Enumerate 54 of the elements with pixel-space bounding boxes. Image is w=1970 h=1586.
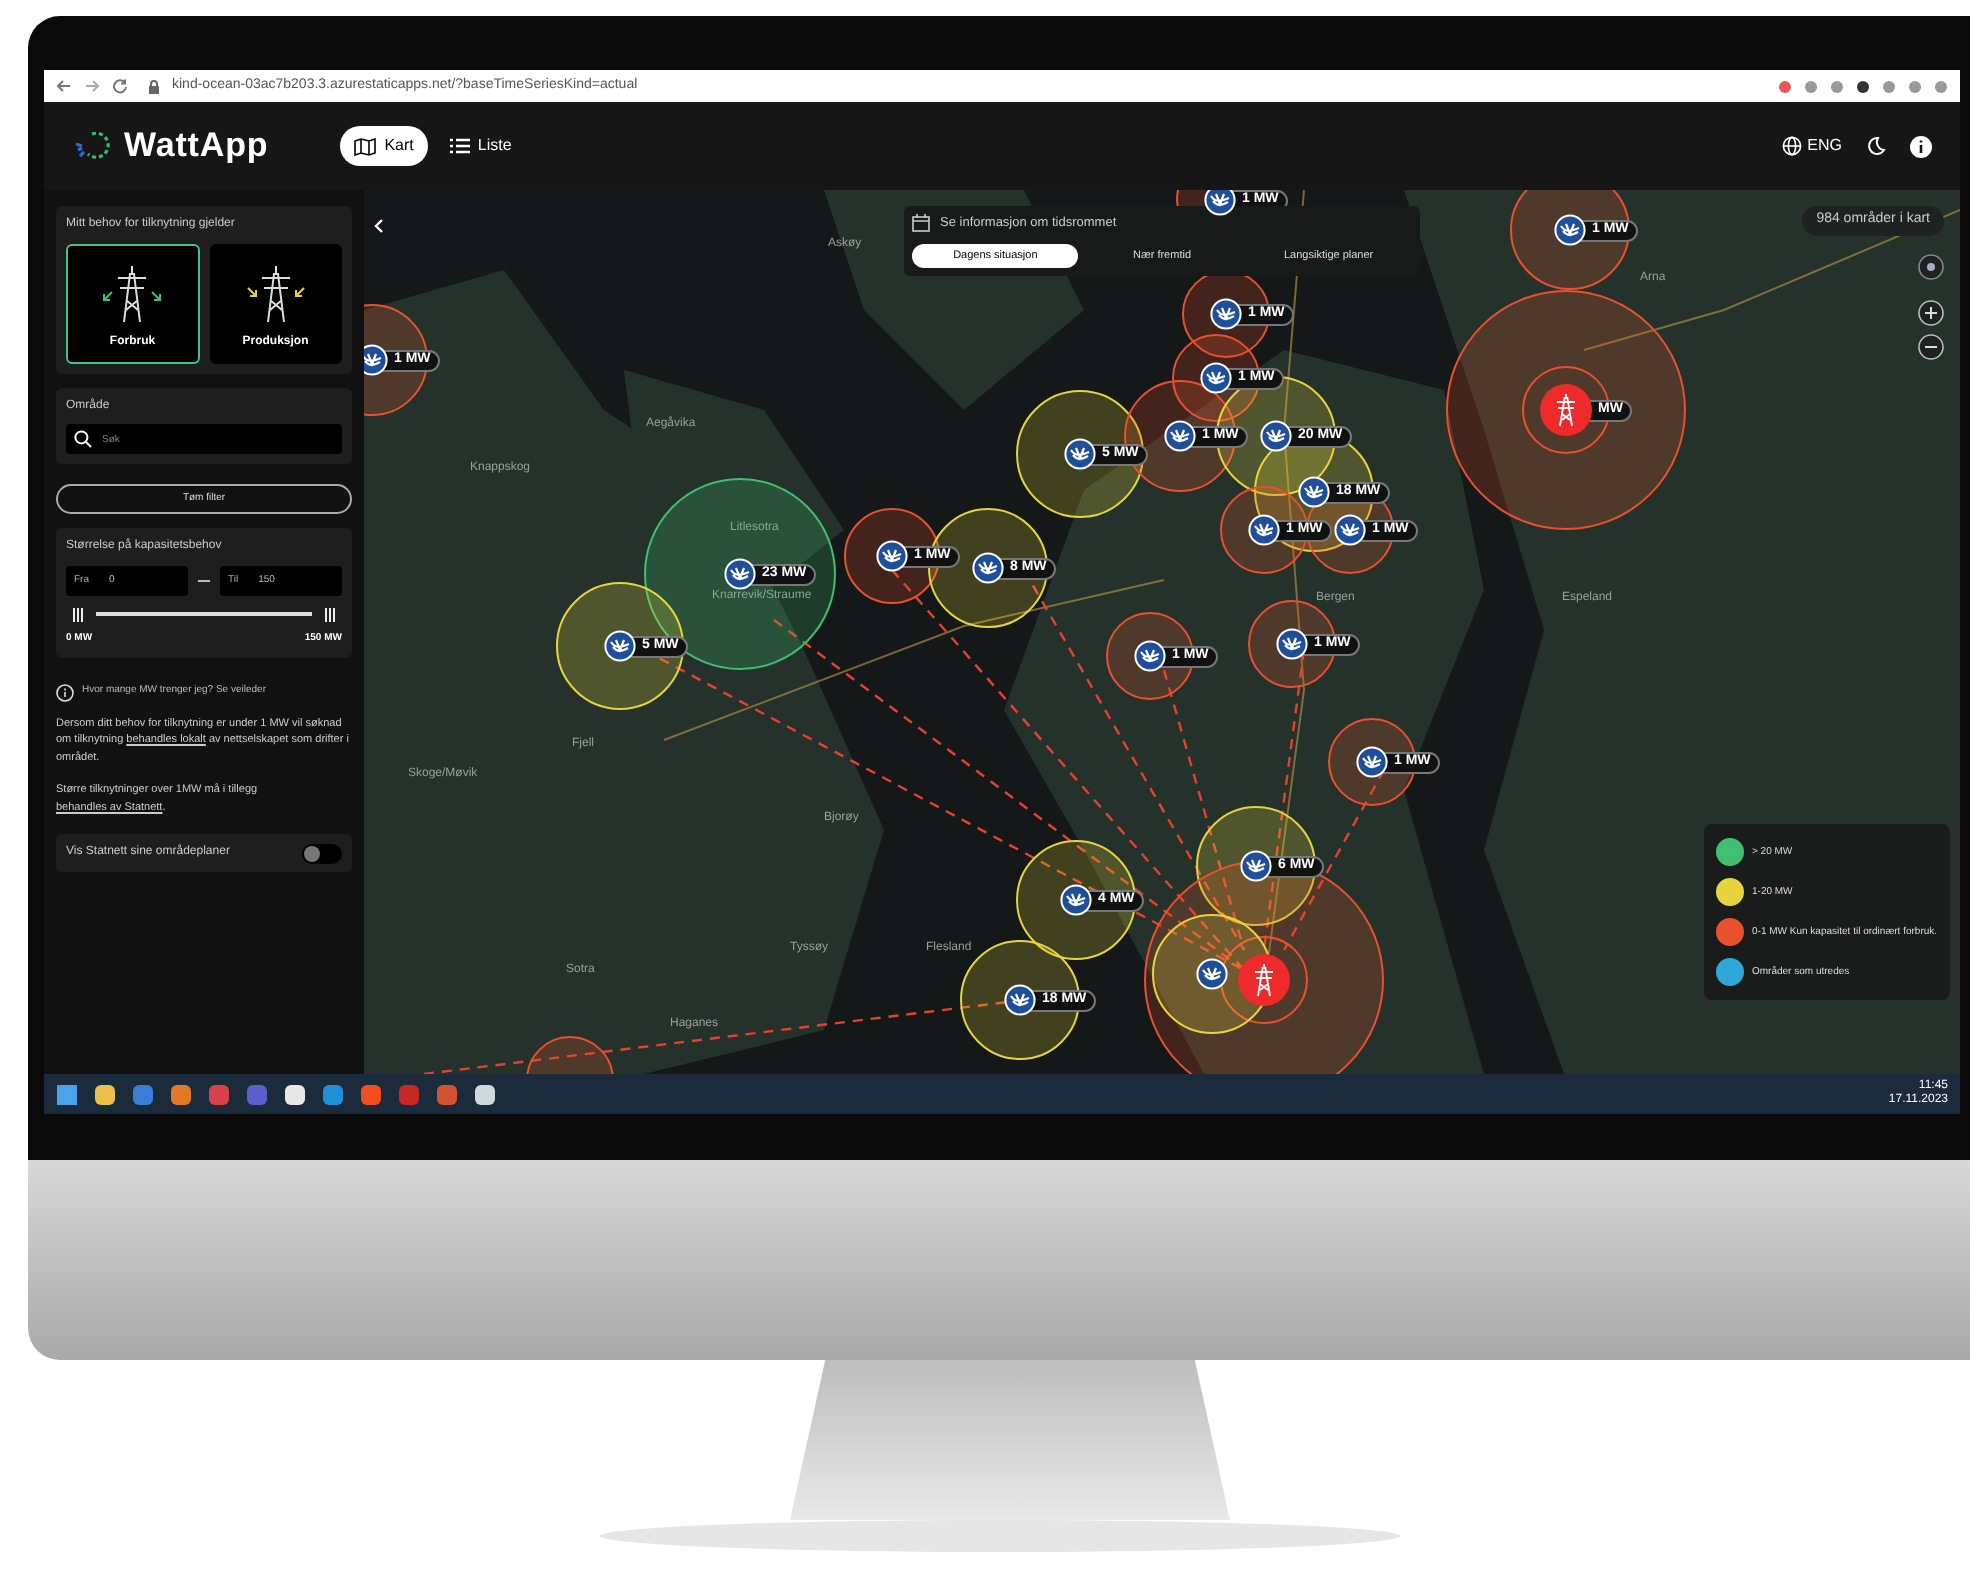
info-icon[interactable] [1910, 135, 1932, 157]
wind-logo-icon[interactable] [876, 540, 908, 572]
search-icon [74, 430, 92, 448]
wind-logo-icon[interactable] [1248, 514, 1280, 546]
wind-logo-icon[interactable] [1334, 514, 1366, 546]
map-icon [354, 137, 377, 155]
locate-icon[interactable] [1918, 254, 1944, 280]
collapse-icon[interactable] [372, 218, 384, 234]
reload-icon[interactable] [112, 78, 128, 94]
language-button[interactable]: ENG [1781, 134, 1842, 158]
logo-icon [72, 130, 112, 162]
wind-logo-icon[interactable] [1060, 884, 1092, 916]
lock-icon [148, 79, 160, 93]
toggle-switch[interactable] [302, 843, 342, 864]
range-slider[interactable] [72, 606, 336, 622]
list-icon [449, 138, 470, 154]
wind-logo-icon[interactable] [1200, 362, 1232, 394]
zoom-in-icon[interactable] [1918, 300, 1944, 326]
wind-logo-icon[interactable] [1004, 984, 1036, 1016]
moon-icon[interactable] [1866, 136, 1886, 156]
back-icon[interactable] [56, 78, 72, 94]
pylon-icon[interactable] [1540, 384, 1592, 436]
wind-logo-icon[interactable] [1064, 438, 1096, 470]
magnifier-icon[interactable] [132, 1083, 154, 1105]
wind-logo-icon[interactable] [1554, 214, 1586, 246]
view-tab[interactable]: Kart [340, 126, 428, 166]
wind-logo-icon[interactable] [1196, 958, 1228, 990]
wind-logo-icon[interactable] [724, 558, 756, 590]
wind-logo-icon[interactable] [1260, 420, 1292, 452]
zoom-out-icon[interactable] [1918, 334, 1944, 360]
wind-logo-icon[interactable] [604, 630, 636, 662]
view-tab[interactable]: Liste [435, 126, 526, 166]
wind-logo-icon[interactable] [364, 344, 388, 376]
globe-icon [1781, 136, 1802, 156]
wind-logo-icon[interactable] [1276, 628, 1308, 660]
app-logo-text: WattApp [124, 124, 269, 169]
wind-logo-icon[interactable] [1240, 850, 1272, 882]
info-icon [56, 683, 74, 701]
mail-icon[interactable] [170, 1083, 192, 1105]
wind-logo-icon[interactable] [1210, 298, 1242, 330]
folder-icon[interactable] [94, 1083, 116, 1105]
app-icon[interactable] [474, 1083, 496, 1105]
wind-logo-icon[interactable] [1356, 746, 1388, 778]
wind-logo-icon[interactable] [1134, 640, 1166, 672]
slider-handle-icon[interactable] [72, 607, 84, 621]
windows-logo-icon[interactable] [56, 1083, 78, 1105]
calendar-icon [912, 214, 930, 233]
slider-handle-icon[interactable] [324, 607, 336, 621]
wind-logo-icon[interactable] [1298, 476, 1330, 508]
wind-logo-icon[interactable] [1164, 420, 1196, 452]
browser-icon[interactable] [284, 1083, 306, 1105]
pylon-icon[interactable] [1238, 954, 1290, 1006]
wind-logo-icon[interactable] [972, 552, 1004, 584]
wind-logo-icon[interactable] [1204, 190, 1236, 216]
